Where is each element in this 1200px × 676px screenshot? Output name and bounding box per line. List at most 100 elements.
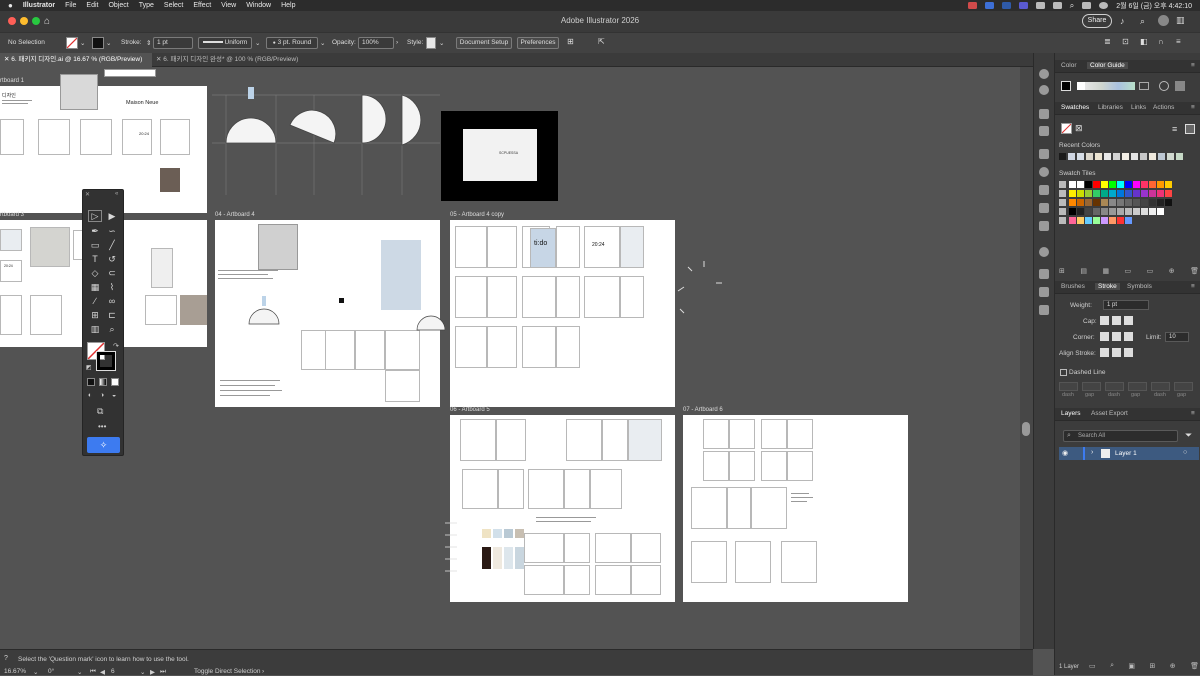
swatch-tile[interactable] — [1117, 190, 1124, 197]
collapse-panel-icon[interactable]: « — [115, 191, 118, 197]
gap-input[interactable] — [1174, 382, 1193, 391]
recent-color-swatch[interactable] — [1176, 153, 1183, 160]
swatch-folder-icon[interactable] — [1059, 181, 1066, 188]
swatch-tile[interactable] — [1069, 199, 1076, 206]
style-dropdown-icon[interactable]: ⌄ — [439, 39, 444, 47]
artboard-4[interactable] — [215, 220, 445, 407]
export-icon[interactable]: ▭ — [1089, 662, 1096, 672]
align-panel-icon[interactable] — [1039, 221, 1049, 231]
close-panel-icon[interactable]: ✕ — [85, 191, 90, 198]
registration-swatch-icon[interactable]: ⊠ — [1075, 123, 1083, 134]
align-icon[interactable]: ≣ — [1104, 37, 1111, 46]
swatch-tile[interactable] — [1149, 199, 1156, 206]
shape-builder-tool-icon[interactable]: ⌇ — [105, 281, 119, 293]
swatch-options-icon[interactable]: ▦ — [1102, 267, 1109, 277]
stroke-dropdown-icon[interactable]: ⌄ — [106, 39, 111, 47]
clipping-mask-icon[interactable]: ▣ — [1128, 662, 1135, 672]
menu-effect[interactable]: Effect — [193, 2, 211, 9]
swatch-tile[interactable] — [1117, 199, 1124, 206]
notification-bell-icon[interactable]: ♪ — [1120, 16, 1125, 26]
swatch-tile[interactable] — [1069, 208, 1076, 215]
pathfinder-icon[interactable] — [1039, 203, 1049, 213]
apple-icon[interactable]: ● — [8, 1, 13, 10]
miter-join-icon[interactable] — [1100, 332, 1109, 341]
stroke-swatch[interactable] — [92, 37, 104, 49]
pen-tool-icon[interactable]: ✒ — [88, 225, 102, 237]
swatch-tile[interactable] — [1125, 190, 1132, 197]
swatch-tile[interactable] — [1077, 199, 1084, 206]
tab-symbols[interactable]: Symbols — [1127, 283, 1152, 290]
preferences-button[interactable]: Preferences — [517, 37, 559, 49]
eraser-tool-icon[interactable]: ◇ — [88, 267, 102, 279]
swatch-tile[interactable] — [1085, 208, 1092, 215]
menu-app-name[interactable]: Illustrator — [23, 2, 55, 9]
user-avatar[interactable] — [1158, 15, 1169, 26]
delete-swatch-icon[interactable]: 🗑 — [1190, 267, 1199, 277]
projecting-cap-icon[interactable] — [1124, 316, 1133, 325]
color-group-icon[interactable]: ▭ — [1125, 267, 1132, 277]
current-tool-name[interactable]: Toggle Direct Selection — [194, 668, 260, 675]
swatch-tile[interactable] — [1101, 208, 1108, 215]
stroke-color-icon[interactable] — [96, 351, 116, 371]
workspace-switcher-icon[interactable]: ▥ — [1176, 15, 1185, 26]
swatch-tile[interactable] — [1125, 199, 1132, 206]
align-outside-icon[interactable] — [1124, 348, 1133, 357]
eyedropper-tool-icon[interactable]: ∕ — [88, 295, 102, 307]
opacity-input[interactable]: 100% — [358, 37, 394, 49]
zoom-level[interactable]: 16.67% — [4, 668, 26, 675]
tab-color-guide[interactable]: Color Guide — [1087, 62, 1128, 69]
swatch-tile[interactable] — [1069, 190, 1076, 197]
brush-definition[interactable]: ● 3 pt. Round — [266, 37, 318, 49]
swatch-tile[interactable] — [1085, 190, 1092, 197]
spotlight-search-icon[interactable]: ⌕ — [1070, 1, 1074, 11]
weight-input[interactable]: 1 pt — [1103, 300, 1149, 310]
share-export-icon[interactable]: ⇱ — [598, 37, 605, 46]
swatch-tile[interactable] — [1085, 199, 1092, 206]
swatch-tile[interactable] — [1109, 208, 1116, 215]
artboard-1-label[interactable]: rtboard 1 — [0, 78, 24, 84]
fill-dropdown-icon[interactable]: ⌄ — [80, 39, 85, 47]
swatch-libraries-icon[interactable]: ⊞ — [1059, 267, 1065, 277]
gradient-mode-icon[interactable] — [99, 378, 107, 386]
swatch-tile[interactable] — [1117, 208, 1124, 215]
tab-document-2[interactable]: ✕ 6. 패키지 디자인 완성* @ 100 % (RGB/Preview) — [152, 53, 312, 67]
butt-cap-icon[interactable] — [1100, 316, 1109, 325]
artboard-4-copy[interactable]: ti:do 20:24 — [450, 220, 675, 407]
artboard-6-label[interactable]: 07 - Artboard 6 — [683, 407, 723, 413]
new-group-icon[interactable]: ▭ — [1147, 267, 1154, 277]
align-center-icon[interactable] — [1100, 348, 1109, 357]
swatch-tile[interactable] — [1157, 199, 1164, 206]
recent-color-swatch[interactable] — [1149, 153, 1156, 160]
properties-icon[interactable] — [1039, 85, 1049, 95]
menu-view[interactable]: View — [221, 2, 236, 9]
swatch-tile[interactable] — [1117, 217, 1124, 224]
profile-dropdown-icon[interactable]: ⌄ — [255, 39, 260, 47]
app2-tray-icon[interactable] — [1001, 2, 1011, 9]
artboard-4-copy-label[interactable]: 05 - Artboard 4 copy — [450, 212, 504, 218]
new-sublayer-icon[interactable]: ⊞ — [1149, 662, 1155, 672]
none-swatch-icon[interactable] — [1061, 123, 1072, 134]
canvas-vertical-scrollbar[interactable] — [1020, 67, 1033, 649]
swatch-tile[interactable] — [1093, 190, 1100, 197]
more-tools-icon[interactable]: ••• — [98, 422, 106, 431]
graph-tool-icon[interactable]: ▥ — [88, 323, 102, 335]
rotation-value[interactable]: 0° — [48, 668, 54, 675]
recent-color-swatch[interactable] — [1167, 153, 1174, 160]
character-icon[interactable] — [1039, 269, 1049, 279]
panel-menu-icon[interactable]: ≡ — [1191, 62, 1195, 69]
tab-stroke[interactable]: Stroke — [1095, 283, 1120, 290]
generative-ai-button[interactable]: ✧ — [87, 437, 120, 453]
menu-help[interactable]: Help — [281, 2, 295, 9]
align-inside-icon[interactable] — [1112, 348, 1121, 357]
siri-icon[interactable] — [1099, 2, 1109, 9]
visibility-eye-icon[interactable]: ◉ — [1062, 449, 1068, 457]
swatch-tile[interactable] — [1141, 208, 1148, 215]
color-wheel-icon[interactable] — [1039, 69, 1049, 79]
artboard-6[interactable] — [683, 415, 908, 602]
artboard-4-label[interactable]: 04 - Artboard 4 — [215, 212, 255, 218]
direct-selection-tool-icon[interactable]: ▶ — [105, 210, 119, 222]
swatch-tile[interactable] — [1133, 190, 1140, 197]
screen-mode-icon[interactable]: ⧉ — [97, 406, 103, 417]
swatch-tile[interactable] — [1109, 190, 1116, 197]
swatch-tile[interactable] — [1157, 190, 1164, 197]
